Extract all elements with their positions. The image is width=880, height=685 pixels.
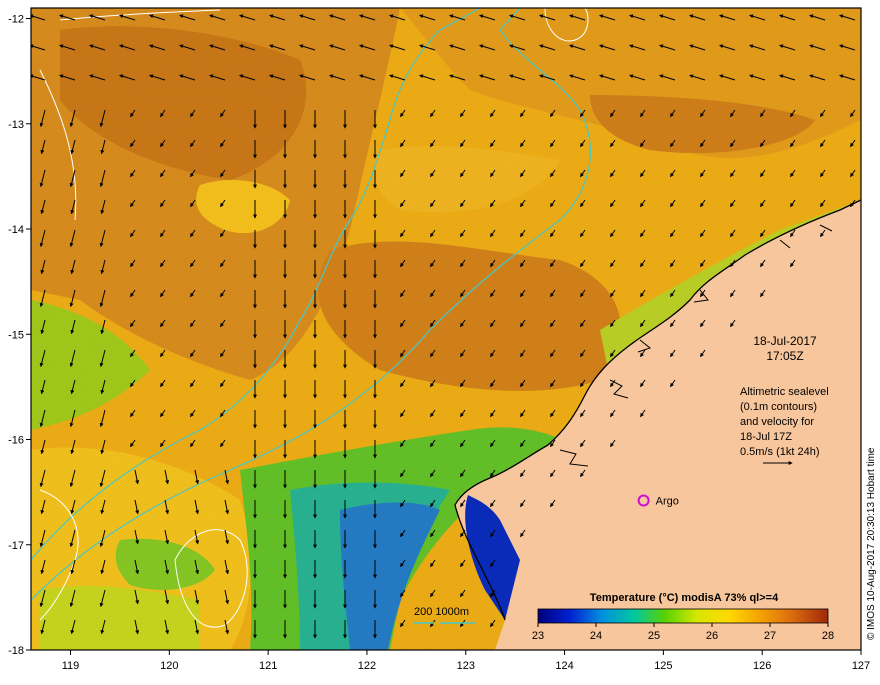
colorbar-tick-label: 25	[648, 630, 660, 642]
sst-field	[31, 8, 861, 650]
map-canvas: 119 120 121 122 123 124 125 126 127 -12 -13 -14 -15…	[8, 7, 877, 672]
depth-legend-label: 200 1000m	[414, 606, 469, 618]
lat-tick-label: -13	[8, 119, 24, 131]
colorbar-tick-label: 26	[706, 630, 718, 642]
lon-tick-label: 120	[160, 660, 178, 672]
colorbar-tick-label: 28	[822, 630, 834, 642]
lon-tick-label: 119	[62, 660, 80, 672]
colorbar-tick-label: 24	[590, 630, 602, 642]
latitude-axis: -12 -13 -14 -15 -16 -17 -18	[8, 14, 31, 657]
lon-tick-label: 121	[259, 660, 277, 672]
lat-tick-label: -16	[8, 435, 24, 447]
lon-tick-label: 124	[555, 660, 573, 672]
lat-tick-label: -12	[8, 14, 24, 26]
colorbar	[537, 608, 829, 624]
lat-tick-label: -17	[8, 540, 24, 552]
lon-tick-label: 126	[753, 660, 771, 672]
lon-tick-label: 127	[852, 660, 870, 672]
lat-tick-label: -15	[8, 329, 24, 341]
annotation-date: 18-Jul-2017	[753, 334, 817, 348]
colorbar-title: Temperature (°C) modisA 73% ql>=4	[590, 592, 779, 604]
lat-tick-label: -14	[8, 224, 24, 236]
lon-tick-label: 122	[358, 660, 376, 672]
lat-tick-label: -18	[8, 645, 24, 657]
longitude-axis: 119 120 121 122 123 124 125 126 127	[62, 650, 870, 672]
altimetry-note-line: Altimetric sealevel	[740, 386, 829, 398]
altimetry-note-line: (0.1m contours)	[740, 401, 817, 413]
lon-tick-label: 123	[457, 660, 475, 672]
sst-map-figure: 119 120 121 122 123 124 125 126 127 -12 -13 -14 -15…	[0, 0, 880, 680]
altimetry-note-line: 18-Jul 17Z	[740, 431, 792, 443]
credit-text: © IMOS 10-Aug-2017 20:30:13 Hobart time	[866, 447, 877, 640]
argo-label: Argo	[656, 496, 679, 508]
altimetry-note-line: 0.5m/s (1kt 24h)	[740, 446, 819, 458]
lon-tick-label: 125	[654, 660, 672, 672]
altimetry-note-line: and velocity for	[740, 416, 814, 428]
annotation-time: 17:05Z	[766, 349, 803, 363]
colorbar-tick-label: 23	[532, 630, 544, 642]
colorbar-tick-label: 27	[764, 630, 776, 642]
